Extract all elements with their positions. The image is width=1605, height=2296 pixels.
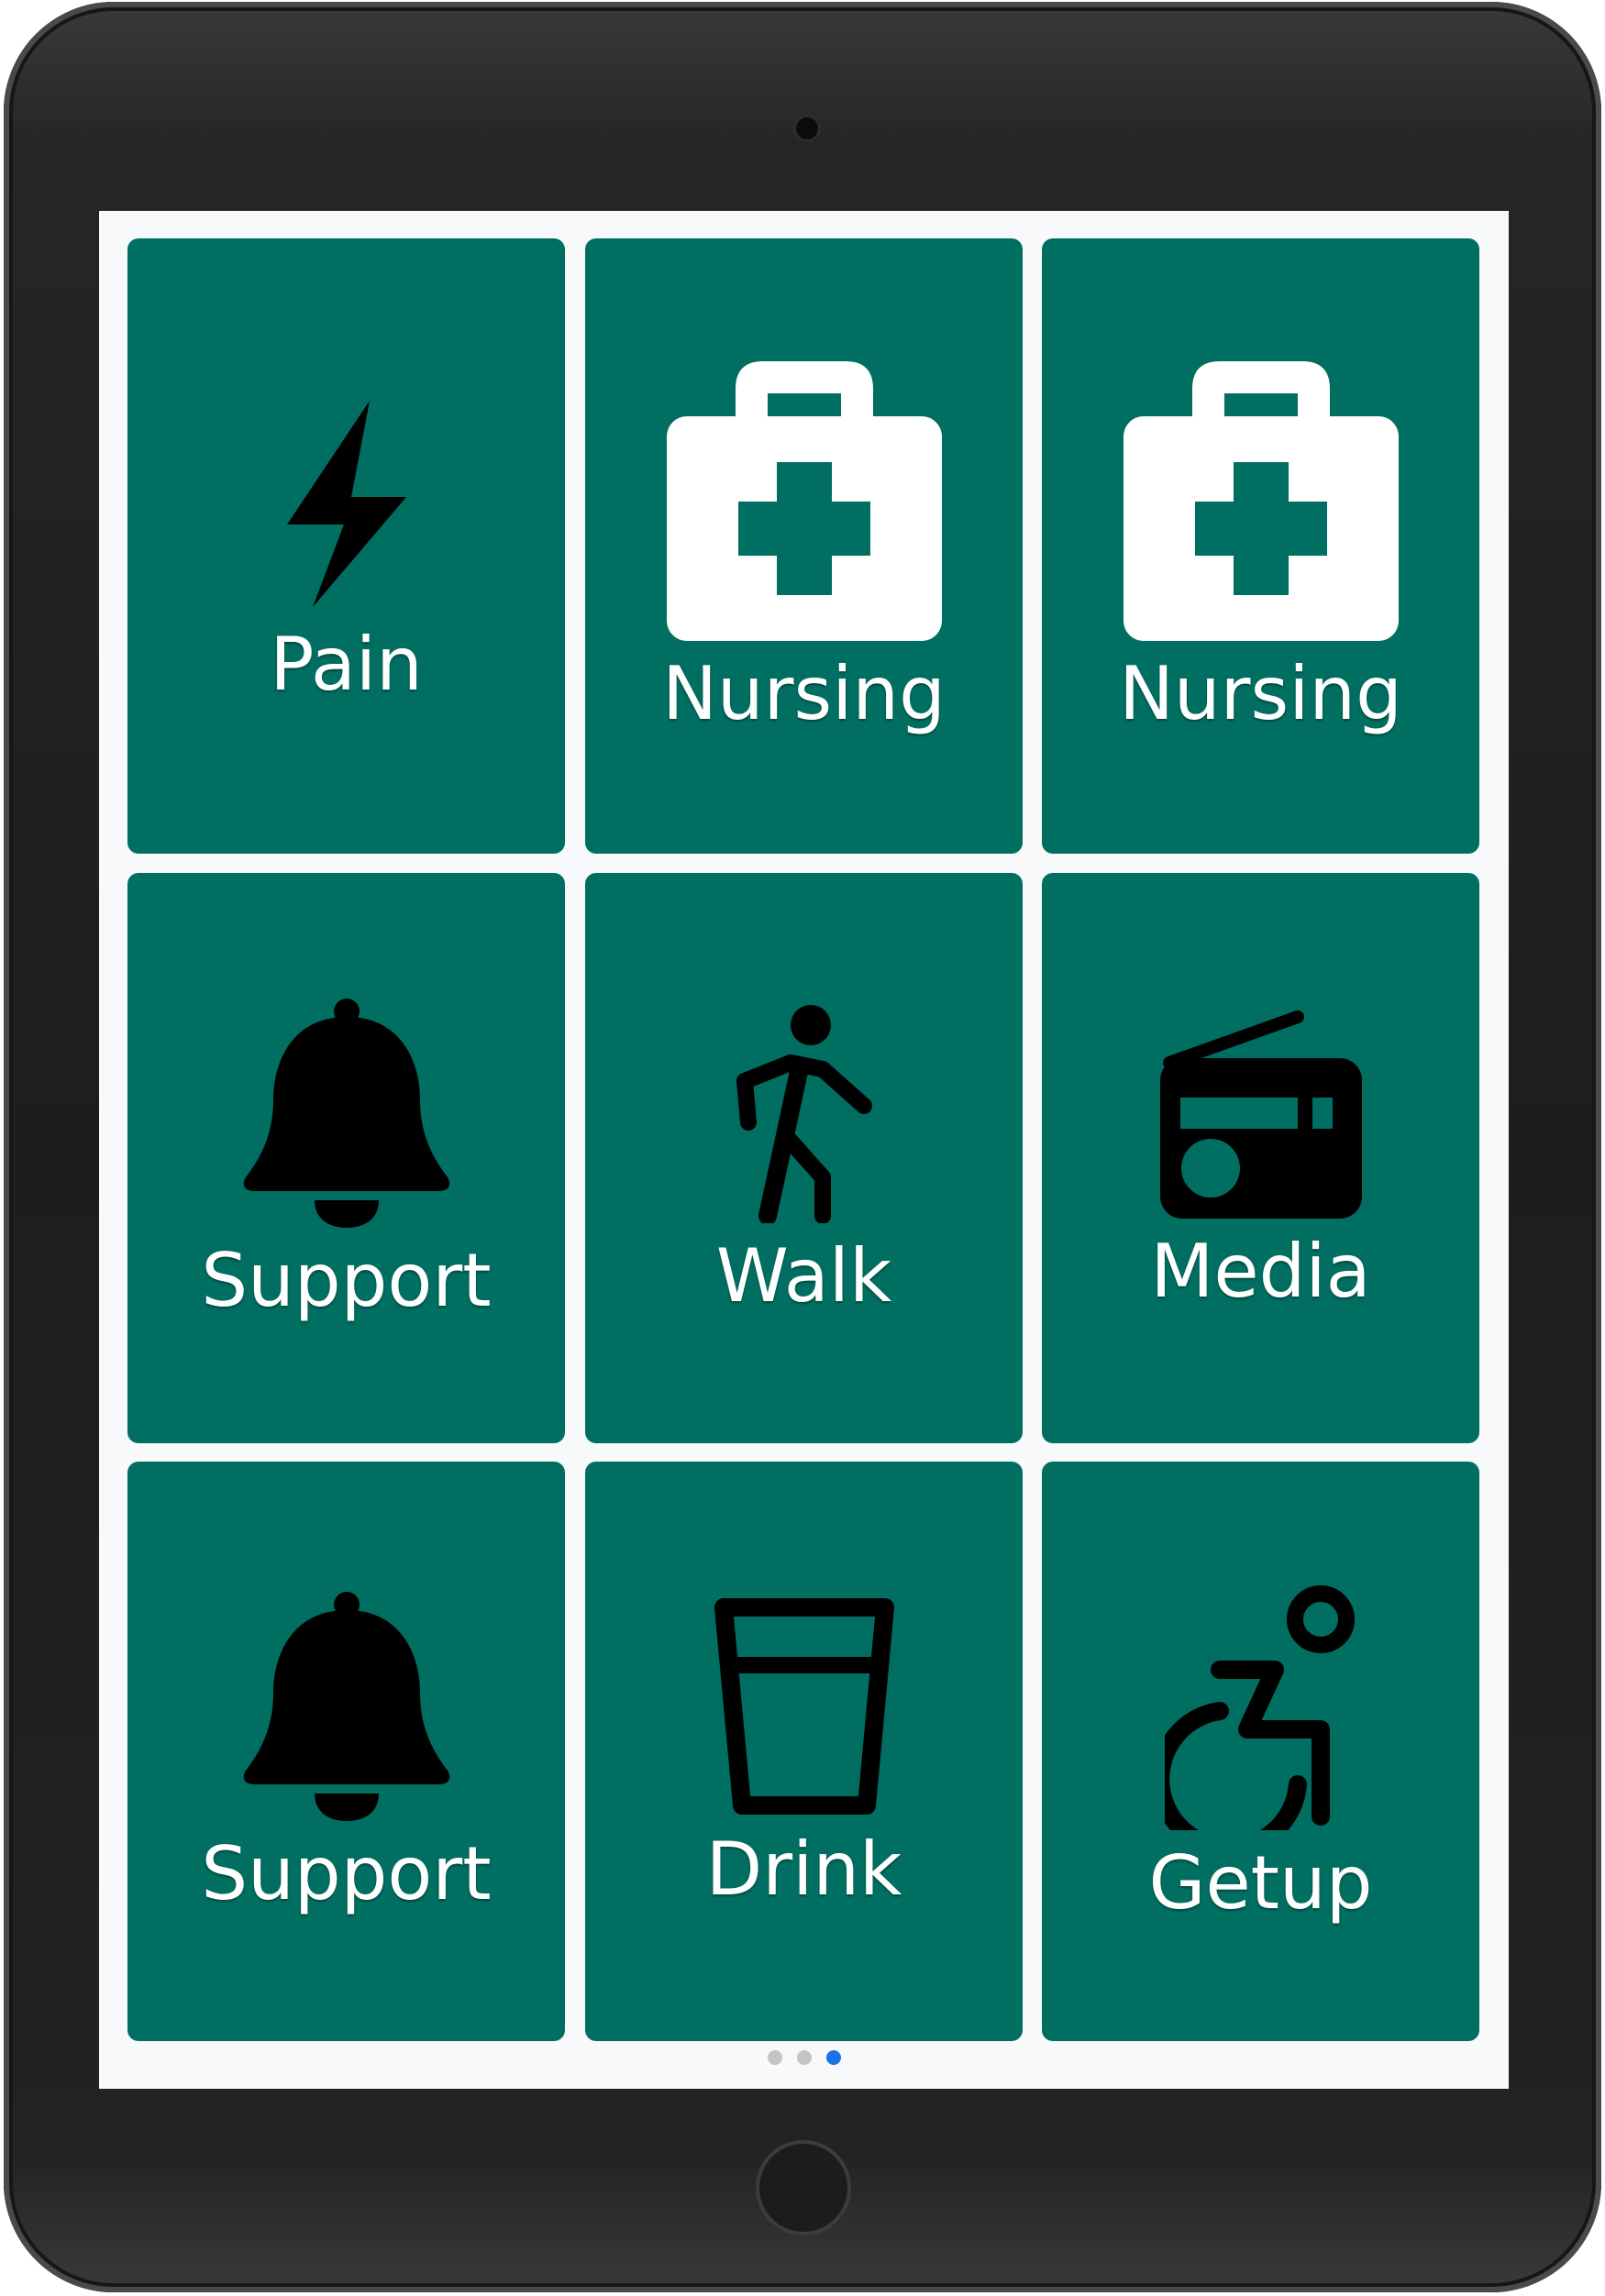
tile-label: Support: [201, 1831, 492, 1916]
tile-label: Media: [1150, 1229, 1371, 1314]
bell-icon: [243, 1592, 449, 1821]
tile-support[interactable]: Support: [127, 1462, 565, 2041]
tile-label: Nursing: [1119, 651, 1402, 736]
tile-label: Walk: [715, 1233, 892, 1319]
medical-kit-icon: [666, 361, 942, 641]
tile-support[interactable]: Support: [127, 873, 565, 1443]
glass-icon: [714, 1598, 894, 1815]
tile-walk[interactable]: Walk: [585, 873, 1023, 1443]
tile-label: Drink: [705, 1827, 902, 1912]
tile-drink[interactable]: Drink: [585, 1462, 1023, 2041]
radio-icon: [1159, 1010, 1362, 1219]
tile-label: Support: [201, 1238, 492, 1323]
tile-getup[interactable]: Getup: [1042, 1462, 1479, 2041]
tile-label: Pain: [270, 621, 423, 707]
lightning-bolt-icon: [286, 400, 406, 607]
page-indicator: [99, 2050, 1509, 2065]
page-dot-3-active[interactable]: [825, 2050, 841, 2065]
walking-person-icon: [736, 1005, 872, 1223]
tablet-frame: Pain Nursing Nursing Support Walk Media …: [4, 2, 1601, 2292]
tile-nursing[interactable]: Nursing: [585, 238, 1023, 854]
wheelchair-icon: [1164, 1585, 1355, 1830]
screen: Pain Nursing Nursing Support Walk Media …: [99, 211, 1509, 2089]
medical-kit-icon: [1123, 361, 1399, 641]
tile-pain[interactable]: Pain: [127, 238, 565, 854]
tile-label: Getup: [1148, 1840, 1373, 1926]
page-dot-1[interactable]: [767, 2050, 782, 2065]
page-dot-2[interactable]: [796, 2050, 812, 2065]
tile-nursing[interactable]: Nursing: [1042, 238, 1479, 854]
tile-media[interactable]: Media: [1042, 873, 1479, 1443]
bell-icon: [243, 999, 449, 1228]
tile-label: Nursing: [662, 651, 946, 736]
home-button[interactable]: [756, 2140, 851, 2235]
camera-icon: [796, 117, 818, 139]
